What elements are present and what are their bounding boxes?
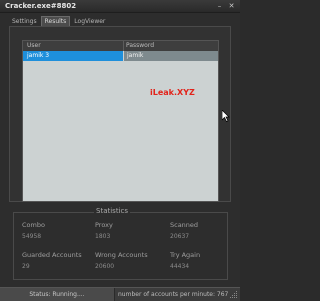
scanned-label: Scanned [170,221,199,229]
statistics-title: Statistics [94,207,130,215]
resize-grip-icon[interactable] [229,290,238,299]
tab-bar: Settings Results LogViewer [8,16,109,26]
scanned-value: 20637 [170,233,190,240]
results-table[interactable]: User Password jamik 3 jamik [22,40,219,202]
window-title: Cracker.exe#8802 [5,2,77,10]
column-divider[interactable] [123,41,124,51]
tab-settings[interactable]: Settings [8,16,41,26]
status-bar: Status: Running.... number of accounts p… [0,287,240,301]
column-header-password[interactable]: Password [126,41,154,51]
column-header-user[interactable]: User [27,41,41,51]
proxy-value: 1803 [95,233,111,240]
tab-results[interactable]: Results [40,16,71,26]
watermark-text: iLeak.XYZ [150,88,195,97]
guarded-accounts-label: Guarded Accounts [22,251,82,259]
wrong-accounts-value: 20600 [95,263,115,270]
close-icon[interactable]: ✕ [228,3,235,10]
status-running: Status: Running.... [0,288,114,301]
cell-password[interactable]: jamik [124,51,218,61]
app-window: Cracker.exe#8802 – ✕ Settings Results Lo… [0,0,240,301]
combo-label: Combo [22,221,45,229]
try-again-value: 44434 [170,263,190,270]
status-divider [114,288,115,301]
title-bar[interactable]: Cracker.exe#8802 – ✕ [0,0,240,13]
table-row[interactable]: jamik 3 jamik [23,51,218,61]
minimize-icon[interactable]: – [216,3,223,10]
cell-user[interactable]: jamik 3 [23,51,123,61]
table-header: User Password [23,41,218,51]
try-again-label: Try Again [170,251,201,259]
combo-value: 54958 [22,233,42,240]
tab-logviewer[interactable]: LogViewer [70,16,109,26]
wrong-accounts-label: Wrong Accounts [95,251,148,259]
accounts-per-minute: number of accounts per minute: 767 [118,291,229,298]
mouse-cursor-icon [222,110,230,122]
proxy-label: Proxy [95,221,113,229]
guarded-accounts-value: 29 [22,263,30,270]
